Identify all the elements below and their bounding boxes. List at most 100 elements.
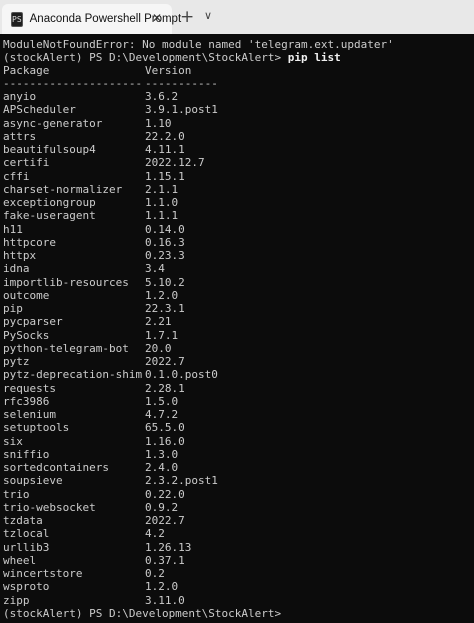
- package-version: 2022.7: [145, 355, 185, 368]
- package-version: 0.16.3: [145, 235, 185, 249]
- package-version: 65.5.0: [145, 421, 185, 435]
- package-name: cffi: [3, 169, 30, 183]
- header-version: Version: [145, 64, 192, 77]
- package-row: importlib-resources 5.10.2: [3, 275, 185, 289]
- package-name: urllib3: [3, 540, 50, 554]
- package-row: pycparser 2.21: [3, 315, 172, 329]
- package-name: anyio: [3, 90, 37, 103]
- package-name: importlib-resources: [3, 275, 129, 289]
- package-version: 2.4.0: [145, 461, 179, 474]
- terminal-icon: PS: [11, 11, 23, 27]
- package-row: zipp 3.11.0: [3, 593, 185, 607]
- package-row: anyio 3.6.2: [3, 90, 178, 103]
- package-name: requests: [3, 381, 56, 395]
- package-row: httpx 0.23.3: [3, 249, 185, 262]
- package-version: 2022.7: [145, 514, 185, 527]
- package-version: 1.15.1: [145, 169, 185, 183]
- package-name: async-generator: [3, 116, 103, 130]
- package-name: python-telegram-bot: [3, 341, 129, 355]
- package-version: 2.3.2.post1: [145, 474, 218, 488]
- new-tab-icon[interactable]: +: [180, 7, 194, 27]
- package-version: 0.2: [145, 567, 165, 580]
- package-row: soupsieve 2.3.2.post1: [3, 474, 218, 487]
- package-version: 4.2: [145, 527, 165, 541]
- package-row: attrs 22.2.0: [3, 129, 185, 143]
- package-version: 1.1.0: [145, 196, 179, 209]
- package-row: requests 2.28.1: [3, 381, 185, 395]
- tab-anaconda-powershell[interactable]: PS Anaconda Powershell Prompt ✕: [2, 4, 181, 34]
- error-line: ModuleNotFoundError: No module named 'te…: [3, 38, 394, 51]
- package-version: 3.4: [145, 262, 165, 276]
- package-name: pytz: [3, 355, 30, 368]
- package-row: httpcore 0.16.3: [3, 235, 185, 249]
- package-name: h11: [3, 222, 23, 236]
- package-row: pip 22.3.1: [3, 302, 185, 315]
- package-name: trio-websocket: [3, 500, 96, 514]
- package-name: sortedcontainers: [3, 461, 109, 474]
- package-row: wincertstore 0.2: [3, 567, 165, 580]
- package-row: fake-useragent 1.1.1: [3, 209, 178, 222]
- title-bar: PS Anaconda Powershell Prompt ✕ + ∨: [0, 0, 474, 34]
- package-version: 0.22.0: [145, 487, 185, 501]
- package-name: six: [3, 434, 23, 448]
- package-version: 1.10: [145, 116, 172, 130]
- close-icon[interactable]: ✕: [152, 11, 162, 25]
- package-version: 0.37.1: [145, 553, 185, 567]
- package-name: setuptools: [3, 421, 70, 435]
- package-name: PySocks: [3, 328, 50, 342]
- package-row: beautifulsoup4 4.11.1: [3, 143, 185, 156]
- command: pip list: [287, 51, 341, 64]
- table-separator: --------------------- -----------: [3, 77, 218, 90]
- package-row: certifi 2022.12.7: [3, 156, 205, 170]
- package-name: wheel: [3, 553, 37, 567]
- package-name: idna: [3, 262, 30, 276]
- package-row: wheel 0.37.1: [3, 553, 185, 567]
- package-name: trio: [3, 487, 30, 501]
- package-name: attrs: [3, 129, 37, 143]
- package-name: pytz-deprecation-shim: [3, 368, 143, 382]
- package-name: beautifulsoup4: [3, 143, 96, 156]
- package-row: python-telegram-bot 20.0: [3, 341, 172, 355]
- package-row: sniffio 1.3.0: [3, 448, 178, 461]
- package-name: selenium: [3, 408, 56, 421]
- package-name: wsproto: [3, 580, 50, 594]
- package-name: httpcore: [3, 235, 56, 249]
- package-row: exceptiongroup 1.1.0: [3, 196, 178, 209]
- package-row: setuptools 65.5.0: [3, 421, 185, 435]
- package-name: certifi: [3, 156, 50, 170]
- package-version: 1.5.0: [145, 394, 179, 408]
- package-row: selenium 4.7.2: [3, 408, 178, 421]
- package-name: tzdata: [3, 514, 43, 527]
- table-header: Package Version: [3, 64, 191, 77]
- package-version: 1.7.1: [145, 328, 179, 342]
- package-version: 1.2.0: [145, 580, 179, 594]
- terminal-output[interactable]: ModuleNotFoundError: No module named 'te…: [0, 36, 474, 623]
- package-row: urllib3 1.26.13: [3, 540, 191, 554]
- prompt-line: (stockAlert) PS D:\Development\StockAler…: [3, 51, 341, 64]
- package-name: zipp: [3, 593, 30, 607]
- package-row: async-generator 1.10: [3, 116, 172, 130]
- package-version: 3.11.0: [145, 593, 185, 607]
- package-version: 1.1.1: [145, 209, 179, 223]
- package-row: pytz 2022.7: [3, 355, 185, 368]
- package-version: 22.2.0: [145, 129, 185, 143]
- package-row: pytz-deprecation-shim 0.1.0.post0: [3, 368, 218, 382]
- package-row: idna 3.4: [3, 262, 165, 276]
- package-name: pycparser: [3, 315, 63, 329]
- final-prompt: (stockAlert) PS D:\Development\StockAler…: [3, 606, 282, 620]
- package-version: 22.3.1: [145, 302, 185, 315]
- package-row: wsproto 1.2.0: [3, 580, 178, 594]
- chevron-down-icon[interactable]: ∨: [204, 9, 212, 22]
- package-row: trio 0.22.0: [3, 487, 185, 501]
- package-version: 0.14.0: [145, 222, 185, 236]
- package-name: pip: [3, 302, 23, 315]
- package-name: rfc3986: [3, 394, 50, 408]
- package-row: tzdata 2022.7: [3, 514, 185, 527]
- package-version: 3.6.2: [145, 90, 179, 103]
- package-name: httpx: [3, 249, 37, 262]
- package-version: 3.9.1.post1: [145, 103, 218, 117]
- package-name: outcome: [3, 288, 50, 302]
- header-package: Package: [3, 64, 50, 77]
- package-name: wincertstore: [3, 567, 83, 580]
- package-version: 0.23.3: [145, 249, 185, 262]
